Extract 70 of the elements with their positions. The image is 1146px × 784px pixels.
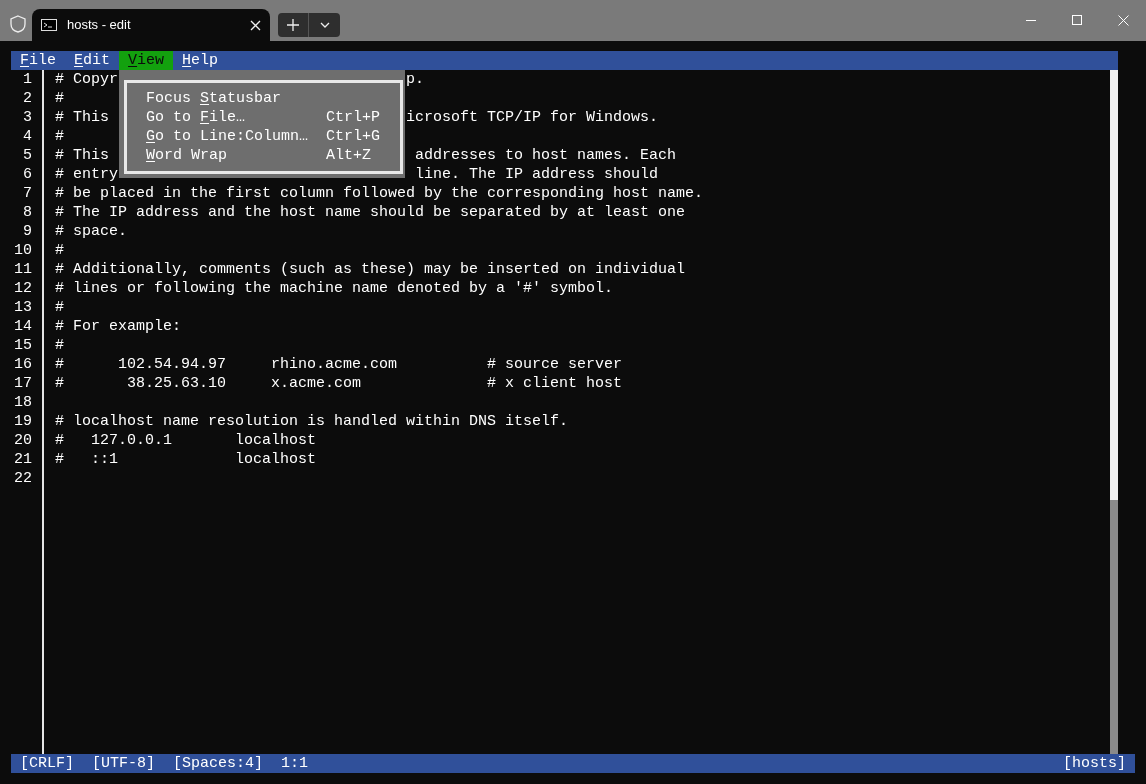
code-line: # space. xyxy=(55,223,127,240)
code-line: icrosoft TCP/IP for Windows. xyxy=(406,108,659,127)
code-line: addresses to host names. Each xyxy=(414,146,677,165)
terminal-icon xyxy=(41,19,57,31)
close-icon[interactable] xyxy=(250,19,261,31)
line-number: 21 xyxy=(13,450,33,469)
code-line: # ::1 localhost xyxy=(55,451,317,468)
line-number: 14 xyxy=(13,317,33,336)
maximize-icon xyxy=(1072,15,1082,25)
code-line: # 102.54.94.97 rhino.acme.com # source server xyxy=(55,356,623,373)
shield-icon xyxy=(10,15,26,33)
line-number: 1 xyxy=(22,70,33,89)
caret-icon xyxy=(319,22,330,28)
tab-title: hosts - edit xyxy=(67,16,132,35)
status-item: [CRLF] xyxy=(20,754,74,773)
line-number: 3 xyxy=(22,108,33,127)
line-number: 5 xyxy=(22,146,33,165)
line-number: 9 xyxy=(22,222,33,241)
code-line: # The IP address and the host name should be separated by at least one xyxy=(55,204,686,221)
status-item: 1:1 xyxy=(281,754,309,773)
close-icon xyxy=(1117,14,1129,26)
line-number: 4 xyxy=(22,127,33,146)
terminal-tab[interactable]: hosts - edit xyxy=(32,9,270,41)
code-line: # Additionally, comments (such as these) may be inserted on individual xyxy=(55,261,686,278)
line-number: 17 xyxy=(13,374,33,393)
code-line: # entry xyxy=(55,166,118,183)
status-item: [UTF-8] xyxy=(92,754,156,773)
menu-item[interactable]: View xyxy=(119,51,174,70)
menu-option[interactable]: Go to Line:Column… Ctrl+G xyxy=(146,127,400,146)
line-number: 22 xyxy=(13,469,33,488)
menu-item[interactable]: Help xyxy=(173,51,228,70)
code-line: # xyxy=(55,299,64,316)
line-number: 11 xyxy=(13,260,33,279)
line-number: 2 xyxy=(22,89,33,108)
code-line: # xyxy=(55,242,64,259)
line-number: 10 xyxy=(13,241,33,260)
menu-item[interactable]: Edit xyxy=(65,51,120,70)
code-line: # xyxy=(55,90,64,107)
code-line: # 127.0.0.1 localhost xyxy=(55,432,317,449)
line-number: 8 xyxy=(22,203,33,222)
line-number: 19 xyxy=(13,412,33,431)
menu-option[interactable]: Go to File… Ctrl+P xyxy=(146,108,400,127)
minimize-icon xyxy=(1026,19,1036,21)
menu-item[interactable]: File xyxy=(11,51,66,70)
line-number: 20 xyxy=(13,431,33,450)
line-number: 7 xyxy=(22,184,33,203)
code-line: # lines or following the machine name denoted by a '#' symbol. xyxy=(55,280,614,297)
code-line: # xyxy=(55,128,64,145)
menu-option[interactable]: Word Wrap Alt+Z xyxy=(146,146,400,165)
code-line: # This xyxy=(55,147,109,164)
line-number: 16 xyxy=(13,355,33,374)
status-file: [hosts] xyxy=(1063,754,1126,773)
code-line: # 38.25.63.10 x.acme.com # x client host xyxy=(55,375,623,392)
line-number: 12 xyxy=(13,279,33,298)
line-number: 18 xyxy=(13,393,33,412)
status-item: [Spaces:4] xyxy=(173,754,264,773)
code-line: # For example: xyxy=(55,318,182,335)
plus-icon xyxy=(287,19,299,31)
code-line: line. The IP address should xyxy=(414,165,659,184)
code-line: # xyxy=(55,337,64,354)
scrollbar-thumb[interactable] xyxy=(1110,70,1118,500)
code-line: # be placed in the first column followed by the corresponding host name. xyxy=(55,185,704,202)
code-line: # localhost name resolution is handled within DNS itself. xyxy=(55,413,569,430)
line-number: 13 xyxy=(13,298,33,317)
line-number: 15 xyxy=(13,336,33,355)
code-line: # Copyr xyxy=(55,71,118,88)
code-line: p. xyxy=(406,70,425,89)
menu-option[interactable]: Focus Statusbar xyxy=(146,89,400,108)
code-line: # This xyxy=(55,109,109,126)
line-number: 6 xyxy=(22,165,33,184)
